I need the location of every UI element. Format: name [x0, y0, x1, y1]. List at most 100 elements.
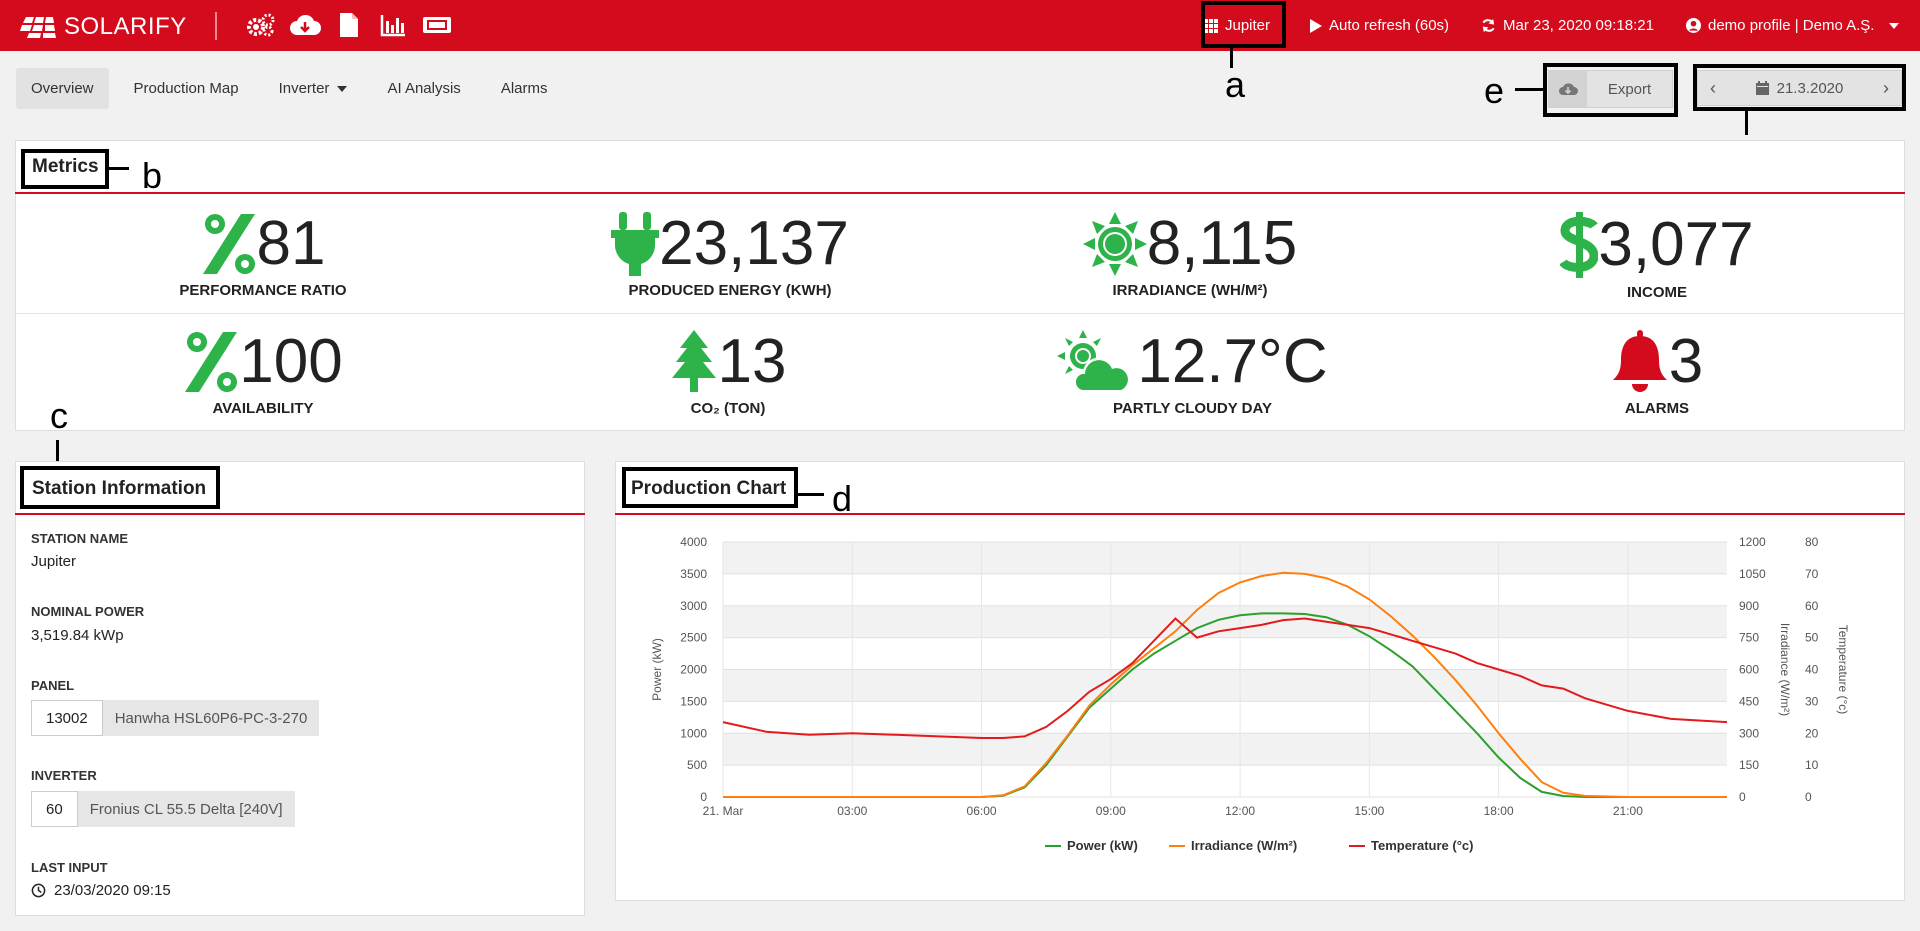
document-icon[interactable] [333, 11, 365, 39]
metric-label: PARTLY CLOUDY DAY [1113, 400, 1272, 417]
tab-label: Production Map [133, 80, 239, 97]
metric-availability: 100 AVAILABILITY [163, 330, 363, 417]
tab-alarms[interactable]: Alarms [486, 68, 563, 109]
y-right2-axis-label: Temperature (°c) [1836, 625, 1850, 715]
y-right2-tick-label: 30 [1805, 694, 1819, 708]
metric-label: ALARMS [1624, 400, 1690, 417]
play-icon [1310, 18, 1322, 33]
nominal-power-label: NOMINAL POWER [31, 604, 145, 619]
x-tick-label: 06:00 [967, 804, 997, 818]
nominal-power-value: 3,519.84 kWp [31, 627, 124, 644]
metric-label: PERFORMANCE RATIO [179, 282, 347, 299]
clock-icon [31, 883, 46, 898]
x-tick-label: 21. Mar [703, 804, 744, 818]
sun-icon [1082, 212, 1147, 276]
production-chart: 21. Mar 03:00 06:00 09:00 12:00 15:00 18:00 21:… [650, 535, 1850, 853]
metric-performance-ratio: 81 PERFORMANCE RATIO [178, 209, 348, 300]
metric-value: 100 [239, 327, 343, 396]
refresh-icon [1482, 18, 1495, 33]
y-right2-tick-label: 20 [1805, 726, 1819, 740]
y-left-tick-label: 2500 [680, 631, 707, 645]
y-left-tick-label: 1000 [680, 726, 707, 740]
cloud-download-icon[interactable] [289, 11, 321, 39]
y-right1-tick-label: 300 [1739, 726, 1759, 740]
top-bar: SOLARIFY Jupiter Auto refresh (60s) Mar … [0, 0, 1920, 51]
y-right1-tick-label: 150 [1739, 758, 1759, 772]
logo[interactable]: SOLARIFY [20, 13, 187, 41]
plot-band [723, 605, 1727, 638]
y-right1-tick-label: 900 [1739, 599, 1759, 613]
auto-refresh-toggle[interactable]: Auto refresh (60s) [1310, 0, 1449, 51]
inverter-model: Fronius CL 55.5 Delta [240V] [77, 791, 295, 827]
caret-down-icon [337, 85, 348, 92]
plot-band [723, 669, 1727, 702]
y-right1-axis-label: Irradiance (W/m²) [1778, 623, 1792, 716]
panel-count: 13002 [31, 700, 103, 736]
metric-alarms[interactable]: 3 ALARMS [1607, 330, 1707, 417]
refresh-datetime[interactable]: Mar 23, 2020 09:18:21 [1481, 0, 1654, 51]
metric-label: PRODUCED ENERGY (KWH) [628, 282, 832, 299]
percent-icon [185, 332, 238, 392]
plug-icon [611, 212, 660, 276]
annotation-box-e [1543, 63, 1678, 117]
profile-menu[interactable]: demo profile | Demo A.Ş. [1686, 0, 1900, 51]
y-right1-tick-label: 1050 [1739, 567, 1766, 581]
metric-value: 3 [1668, 327, 1704, 396]
dollar-icon [1560, 212, 1599, 278]
profile-name: demo profile | Demo A.Ş. [1708, 17, 1875, 34]
tab-overview[interactable]: Overview [16, 68, 109, 109]
annotation-line-f [1745, 111, 1748, 135]
station-info-panel [15, 461, 585, 916]
annotation-box-f [1693, 64, 1906, 111]
annotation-box-c [20, 466, 220, 509]
annotation-label-e: e [1484, 70, 1505, 111]
y-right1-tick-label: 1200 [1739, 535, 1766, 549]
metric-value: 13 [717, 327, 787, 396]
tree-icon [671, 330, 716, 392]
metric-irradiance: 8,115 IRRADIANCE (WH/M²) [1060, 212, 1320, 299]
annotation-label-a: a [1225, 64, 1246, 105]
tab-inverter[interactable]: Inverter [264, 68, 363, 109]
main-nav: Overview Production Map Inverter AI Anal… [16, 68, 572, 109]
panel-label: PANEL [31, 678, 75, 693]
x-tick-label: 21:00 [1613, 804, 1643, 818]
tab-label: Alarms [500, 80, 548, 97]
user-icon [1686, 18, 1701, 33]
metric-value: 3,077 [1598, 210, 1754, 279]
tab-label: AI Analysis [387, 80, 461, 97]
ticket-icon[interactable] [421, 11, 453, 39]
annotation-line-e [1515, 88, 1543, 91]
y-right1-tick-label: 0 [1739, 790, 1746, 804]
metric-value: 81 [256, 209, 326, 278]
metric-value: 12.7°C [1137, 327, 1328, 396]
series-line [723, 612, 1727, 798]
annotation-label-b: b [142, 155, 163, 196]
panel-divider [15, 513, 585, 515]
partly-cloudy-icon [1057, 330, 1133, 392]
tab-ai-analysis[interactable]: AI Analysis [372, 68, 475, 109]
y-right2-tick-label: 50 [1805, 631, 1819, 645]
x-tick-label: 18:00 [1484, 804, 1514, 818]
tab-production-map[interactable]: Production Map [119, 68, 254, 109]
x-tick-label: 03:00 [837, 804, 867, 818]
panel-divider [615, 513, 1905, 515]
y-right2-tick-label: 40 [1805, 663, 1819, 677]
bar-chart-icon[interactable] [377, 11, 409, 39]
annotation-box-d [622, 467, 798, 508]
inverter-tag: 60 Fronius CL 55.5 Delta [240V] [31, 791, 295, 827]
panel-tag: 13002 Hanwha HSL60P6-PC-3-270 [31, 700, 320, 736]
last-input-value: 23/03/2020 09:15 [54, 882, 171, 899]
y-right2-tick-label: 80 [1805, 535, 1819, 549]
last-input: 23/03/2020 09:15 [31, 882, 171, 899]
y-left-tick-label: 3000 [680, 599, 707, 613]
tab-label: Overview [31, 80, 94, 97]
current-datetime: Mar 23, 2020 09:18:21 [1503, 17, 1654, 34]
metric-value: 23,137 [659, 209, 849, 278]
y-right1-tick-label: 750 [1739, 631, 1759, 645]
panel-model: Hanwha HSL60P6-PC-3-270 [102, 700, 320, 736]
auto-refresh-label: Auto refresh (60s) [1329, 17, 1450, 34]
station-name-label: STATION NAME [31, 531, 129, 546]
y-left-tick-label: 1500 [680, 694, 707, 708]
inverter-label: INVERTER [31, 768, 97, 783]
settings-icon[interactable] [245, 11, 277, 39]
